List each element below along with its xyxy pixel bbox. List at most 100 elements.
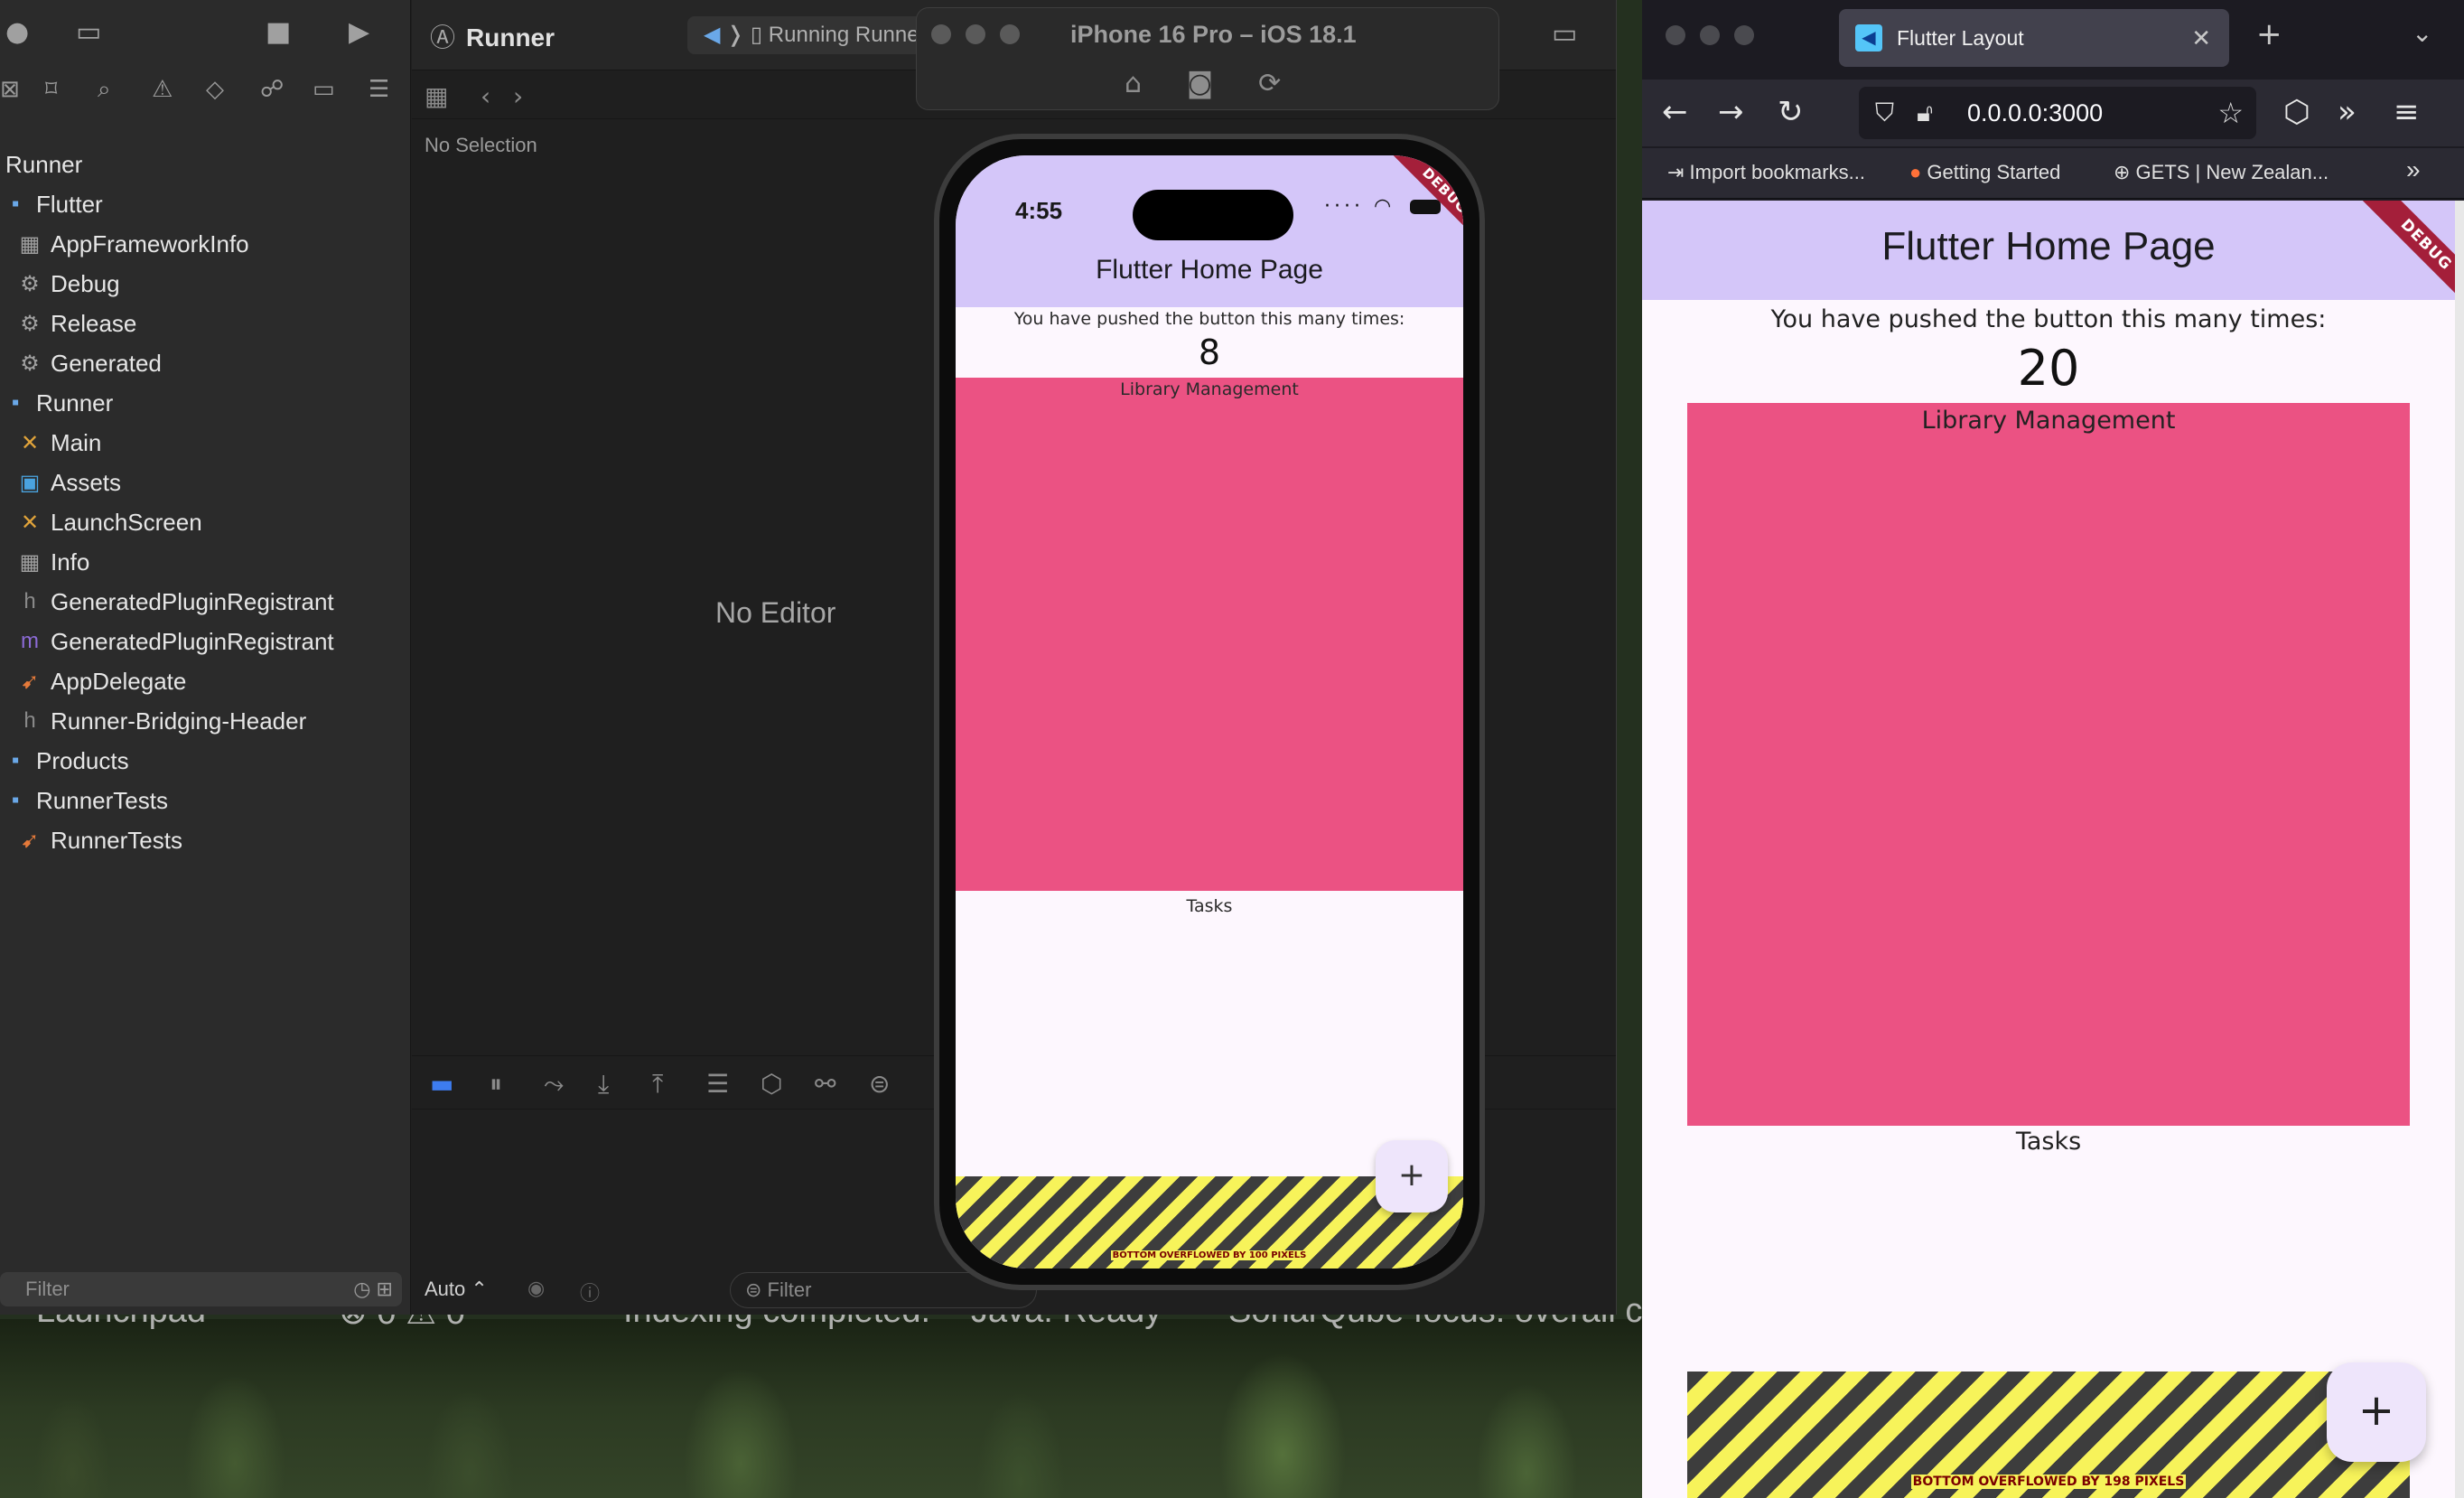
extensions-icon[interactable]: ⬡: [2283, 94, 2310, 130]
rotate-icon[interactable]: ⟳: [1258, 68, 1281, 99]
reload-button[interactable]: ↻: [1778, 94, 1804, 130]
bookmark-import[interactable]: ⇥ Import bookmarks...: [1667, 161, 1865, 184]
page-scrollbar[interactable]: [2455, 201, 2464, 1498]
test-diamond-icon[interactable]: ◇: [206, 76, 224, 103]
close-button[interactable]: [931, 24, 951, 44]
console-filter-placeholder: Filter: [767, 1278, 812, 1301]
close-tab-icon[interactable]: ✕: [2191, 9, 2211, 67]
web-increment-fab[interactable]: +: [2327, 1362, 2426, 1462]
tree-item[interactable]: ⚙ Debug: [16, 266, 119, 302]
zoom-button[interactable]: [1734, 25, 1754, 45]
tree-item[interactable]: ➹ AppDelegate: [16, 663, 186, 699]
signal-icon: ····: [1324, 195, 1364, 218]
bookmark-icon[interactable]: ⌑: [45, 76, 57, 103]
counter-value: 8: [1198, 332, 1221, 372]
forward-chevron-icon[interactable]: ›: [513, 81, 523, 111]
breakpoint-icon[interactable]: ▭: [313, 76, 335, 103]
step-out-icon[interactable]: ⤒: [652, 1069, 663, 1100]
tree-item[interactable]: ⚙ Generated: [16, 345, 162, 381]
menu-icon[interactable]: ≡: [2394, 94, 2420, 130]
screenshot-icon[interactable]: ◙: [1187, 68, 1213, 99]
sidebar-toggle-icon[interactable]: ▭: [76, 16, 101, 48]
eye-icon[interactable]: ◉: [527, 1278, 545, 1300]
tree-item[interactable]: h Runner-Bridging-Header: [16, 703, 306, 739]
tree-item[interactable]: ⚙ Release: [16, 305, 136, 342]
objc-file-icon: m: [21, 629, 39, 653]
shield-icon[interactable]: ⛉: [1875, 87, 1894, 139]
warning-icon[interactable]: ⚠: [152, 76, 173, 103]
inspector-toggle-icon[interactable]: ▭: [1552, 18, 1577, 50]
minimize-button[interactable]: [966, 24, 985, 44]
no-selection-label: No Selection: [425, 134, 537, 156]
web-library-management-label: Library Management: [1921, 407, 2176, 435]
forward-button[interactable]: →: [1718, 94, 1744, 130]
location-icon[interactable]: ⊜: [869, 1069, 890, 1099]
info-icon[interactable]: ⓘ: [580, 1278, 600, 1306]
chevron-down-icon[interactable]: ⌄: [2412, 18, 2432, 48]
plist-icon: ▦: [19, 549, 41, 575]
app-bar-title: Flutter Home Page: [1096, 255, 1323, 285]
search-icon[interactable]: ⌕: [98, 76, 111, 104]
window-controls: [931, 24, 1034, 48]
storyboard-icon: ✕: [20, 510, 40, 535]
stop-icon[interactable]: ■: [266, 16, 291, 48]
bookmark-getting-started[interactable]: ● Getting Started: [1909, 161, 2060, 184]
navigator-filter-input[interactable]: Filter ◷ ⊞: [0, 1272, 402, 1306]
tree-item[interactable]: h GeneratedPluginRegistrant: [16, 584, 333, 620]
recent-filter-icon[interactable]: ◷ ⊞: [353, 1272, 393, 1306]
desktop-wallpaper: [0, 1319, 1653, 1498]
zoom-button[interactable]: [1000, 24, 1020, 44]
increment-fab[interactable]: +: [1376, 1140, 1448, 1212]
tree-item[interactable]: ▪ Products: [2, 743, 129, 779]
tree-item-label: Runner: [5, 150, 83, 178]
tree-item[interactable]: m GeneratedPluginRegistrant: [16, 623, 334, 660]
tree-item[interactable]: ▪ Flutter: [2, 186, 103, 222]
tree-item[interactable]: ▪ Runner: [2, 385, 114, 421]
more-bookmarks-icon[interactable]: »: [2406, 155, 2421, 184]
report-icon[interactable]: ☰: [369, 76, 389, 103]
tree-item[interactable]: ▦ AppFrameworkInfo: [16, 226, 249, 262]
insecure-lock-icon[interactable]: 🔓︎: [1917, 87, 1933, 139]
tree-item[interactable]: ▦ Info: [16, 544, 90, 580]
tree-item-label: Main: [51, 428, 102, 456]
dynamic-island: [1133, 190, 1293, 240]
tree-item[interactable]: ✕ Main: [16, 425, 101, 461]
variables-scope-select[interactable]: Auto ⌃: [425, 1278, 488, 1301]
home-icon[interactable]: ⌂: [1125, 68, 1142, 99]
back-chevron-icon[interactable]: ‹: [481, 81, 490, 111]
folder-tab-icon[interactable]: ⊠: [0, 76, 20, 103]
grid-icon[interactable]: ▦: [425, 81, 448, 111]
tab-flutter-layout[interactable]: ◀ Flutter Layout ✕: [1839, 9, 2229, 67]
overflow-chevrons-icon[interactable]: »: [2338, 94, 2357, 130]
memory-graph-icon[interactable]: ⬡: [761, 1069, 782, 1099]
tree-item[interactable]: ▪ RunnerTests: [2, 782, 168, 819]
debug-spray-icon[interactable]: ☍: [260, 76, 284, 103]
url-bar[interactable]: ⛉ 🔓︎ 0.0.0.0:3000 ☆: [1859, 87, 2256, 139]
close-dot-icon[interactable]: ●: [5, 16, 29, 48]
tree-item-label: AppDelegate: [51, 667, 187, 695]
tasks-label: Tasks: [1186, 896, 1233, 916]
bookmark-star-icon[interactable]: ☆: [2217, 87, 2244, 139]
new-tab-button[interactable]: +: [2256, 16, 2282, 52]
tree-item[interactable]: ✕ LaunchScreen: [16, 504, 202, 540]
run-icon[interactable]: ▶: [349, 16, 369, 48]
simulator-actions: ⌂ ◙ ⟳: [1125, 68, 1326, 99]
scheme-selector[interactable]: ◀ ❭ ▯ Running Runner: [687, 16, 922, 54]
step-into-icon[interactable]: ⤓: [598, 1069, 609, 1100]
bookmark-gets[interactable]: ⊕ GETS | New Zealan...: [2114, 161, 2329, 184]
breakpoints-toggle-icon[interactable]: ▬: [430, 1069, 453, 1099]
back-button[interactable]: ←: [1662, 94, 1688, 130]
environment-icon[interactable]: ⚯: [815, 1069, 835, 1099]
view-hierarchy-icon[interactable]: ☰: [706, 1069, 729, 1099]
tree-item[interactable]: Runner: [5, 146, 82, 183]
header-file-icon: h: [23, 589, 36, 613]
tree-item[interactable]: ▣ Assets: [16, 464, 121, 501]
minimize-button[interactable]: [1700, 25, 1720, 45]
step-over-icon[interactable]: ⤳: [544, 1069, 564, 1100]
tree-item[interactable]: ➹ RunnerTests: [16, 822, 182, 858]
folder-icon: ▪: [11, 192, 20, 216]
config-icon: ⚙: [20, 351, 40, 376]
pause-icon[interactable]: ⏸: [490, 1069, 502, 1100]
firefox-icon: ●: [1909, 161, 1922, 183]
close-button[interactable]: [1666, 25, 1685, 45]
